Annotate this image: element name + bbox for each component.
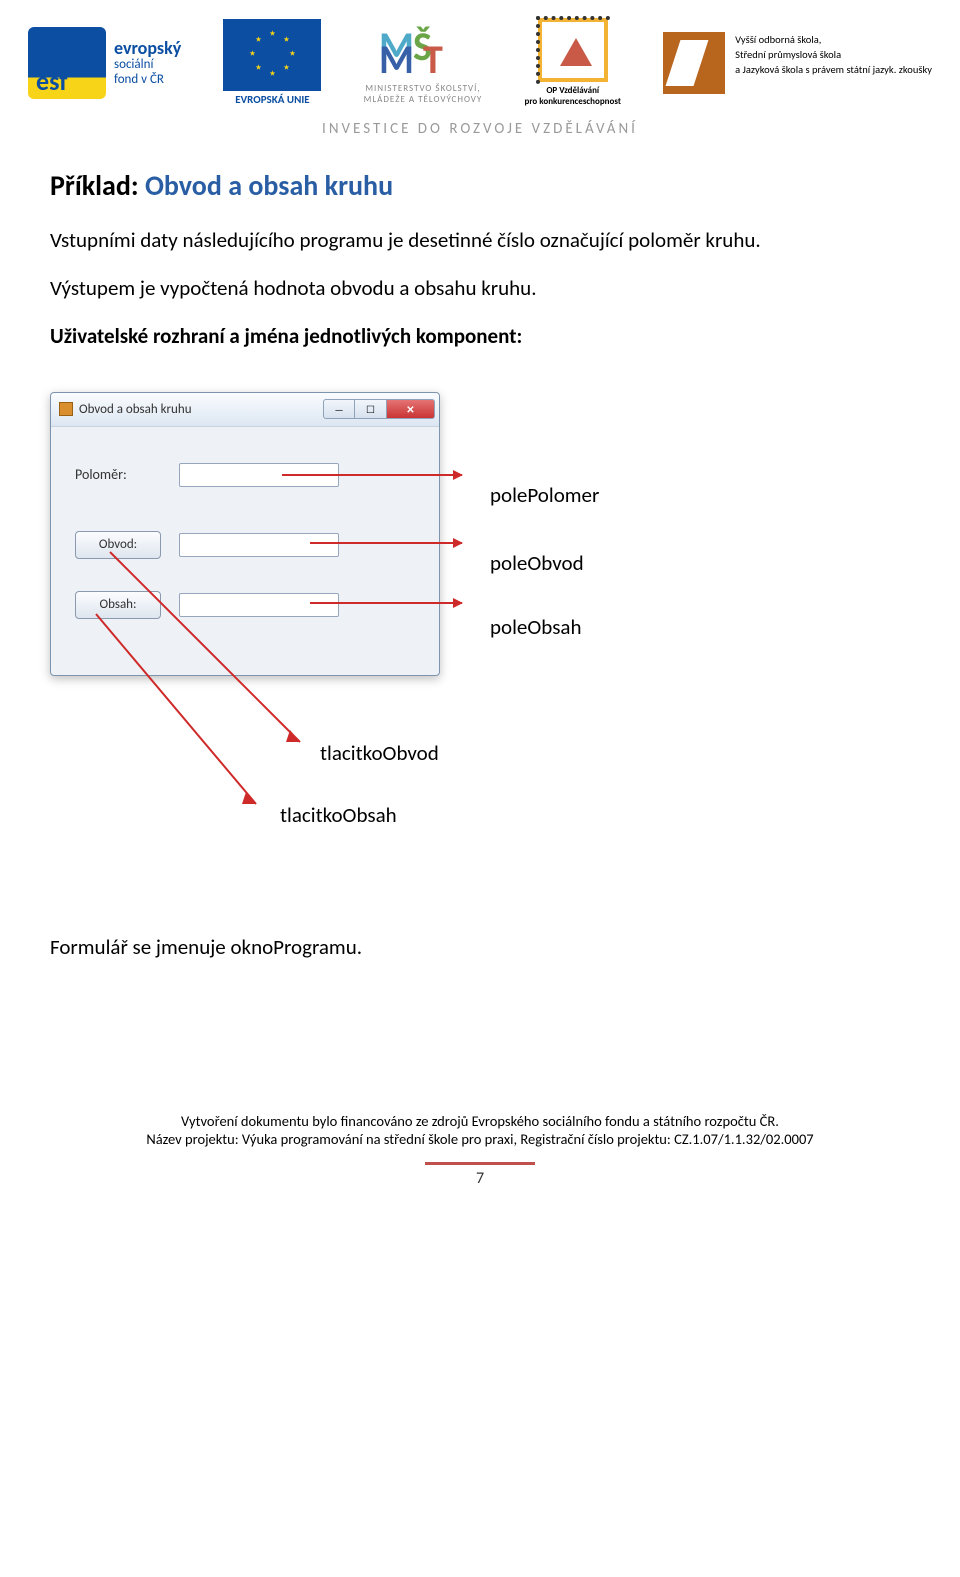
- msmt-line2: MLÁDEŽE A TĚLOVÝCHOVY: [364, 94, 483, 105]
- window-icon: [59, 402, 73, 416]
- callout-tlacitkoObsah: tlacitkoObsah: [280, 802, 397, 828]
- title-prefix: Příklad:: [50, 168, 139, 203]
- msmt-line1: MINISTERSTVO ŠKOLSTVÍ,: [365, 83, 480, 94]
- school-logo: Vyšší odborná škola, Střední průmyslová …: [663, 32, 932, 94]
- close-button[interactable]: ✕: [387, 399, 435, 419]
- op-line1: OP Vzdělávání: [546, 85, 599, 96]
- page-title: Příklad: Obvod a obsah kruhu: [50, 168, 910, 203]
- school-line3: a Jazyková škola s právem státní jazyk. …: [735, 62, 932, 77]
- footer-divider: [425, 1162, 535, 1165]
- title-text: Obvod a obsah kruhu: [145, 168, 393, 203]
- eu-flag-icon: [223, 19, 321, 91]
- paragraph-3: Uživatelské rozhraní a jména jednotlivýc…: [50, 321, 910, 351]
- eu-logo: EVROPSKÁ UNIE: [223, 19, 321, 106]
- ui-diagram: Obvod a obsah kruhu — ☐ ✕ Poloměr: Obvod…: [50, 392, 910, 892]
- callout-polePolomer: polePolomer: [490, 482, 599, 508]
- paragraph-1: Vstupními daty následujícího programu je…: [50, 225, 910, 255]
- window-title: Obvod a obsah kruhu: [79, 402, 192, 417]
- closing-line: Formulář se jmenuje oknoProgramu.: [50, 932, 910, 962]
- esf-logo: evropský sociální fond v ČR: [28, 27, 181, 99]
- callout-poleObsah: poleObsah: [490, 614, 582, 640]
- op-line2: pro konkurenceschopnost: [525, 96, 621, 107]
- label-polomer: Poloměr:: [75, 466, 161, 483]
- esf-flag-icon: [28, 27, 106, 99]
- esf-line1: evropský: [114, 38, 181, 59]
- footer: Vytvoření dokumentu bylo financováno ze …: [0, 1112, 960, 1188]
- header-logos: evropský sociální fond v ČR EVROPSKÁ UNI…: [0, 0, 960, 114]
- msmt-logo: MŠMT MINISTERSTVO ŠKOLSTVÍ, MLÁDEŽE A TĚ…: [364, 20, 483, 106]
- op-logo: OP Vzdělávání pro konkurenceschopnost: [525, 18, 621, 108]
- content: Příklad: Obvod a obsah kruhu Vstupními d…: [0, 168, 960, 963]
- tagline: INVESTICE DO ROZVOJE VZDĚLÁVÁNÍ: [0, 120, 960, 138]
- arrow-polePolomer: [282, 474, 462, 476]
- paragraph-2: Výstupem je vypočtená hodnota obvodu a o…: [50, 273, 910, 303]
- arrow-tlacitkoObsah: [96, 614, 316, 824]
- footer-line2: Název projektu: Výuka programování na st…: [20, 1130, 940, 1148]
- maximize-button[interactable]: ☐: [355, 399, 387, 419]
- esf-line3: fond v ČR: [114, 72, 164, 87]
- page-number: 7: [20, 1169, 940, 1188]
- school-line2: Střední průmyslová škola: [735, 47, 932, 62]
- school-logo-icon: [663, 32, 725, 94]
- footer-line1: Vytvoření dokumentu bylo financováno ze …: [20, 1112, 940, 1130]
- school-line1: Vyšší odborná škola,: [735, 32, 932, 47]
- eu-label: EVROPSKÁ UNIE: [223, 93, 321, 106]
- esf-line2: sociální: [114, 57, 153, 72]
- arrow-poleObvod: [310, 542, 462, 544]
- callout-tlacitkoObvod: tlacitkoObvod: [320, 740, 439, 766]
- esf-text: evropský sociální fond v ČR: [114, 38, 181, 89]
- window-titlebar: Obvod a obsah kruhu — ☐ ✕: [51, 393, 439, 427]
- minimize-button[interactable]: —: [323, 399, 355, 419]
- callout-poleObvod: poleObvod: [490, 550, 584, 576]
